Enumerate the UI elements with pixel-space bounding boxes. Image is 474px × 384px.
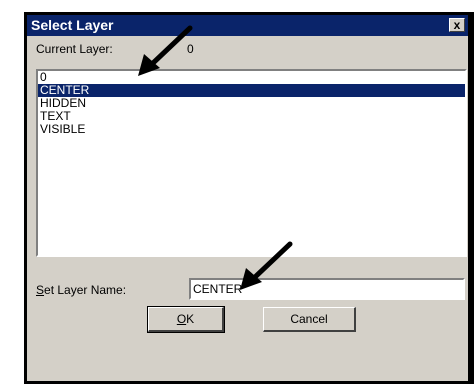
ok-button[interactable]: OK bbox=[147, 306, 225, 333]
ok-button-accel: O bbox=[176, 312, 187, 326]
list-item[interactable]: 0 bbox=[38, 71, 465, 84]
select-layer-dialog: Select Layer x Current Layer: 0 0 CENTER… bbox=[27, 15, 468, 381]
cancel-button[interactable]: Cancel bbox=[263, 307, 356, 332]
set-layer-name-label: Set Layer Name: bbox=[36, 283, 126, 297]
list-item[interactable]: VISIBLE bbox=[38, 123, 465, 136]
list-item[interactable]: TEXT bbox=[38, 110, 465, 123]
list-item[interactable]: HIDDEN bbox=[38, 97, 465, 110]
close-button[interactable]: x bbox=[449, 18, 465, 32]
close-icon: x bbox=[453, 18, 461, 32]
current-layer-label: Current Layer: bbox=[36, 42, 113, 56]
list-item-selected[interactable]: CENTER bbox=[38, 84, 465, 97]
set-layer-name-label-rest: et Layer Name: bbox=[44, 283, 127, 297]
screenshot-frame: Select Layer x Current Layer: 0 0 CENTER… bbox=[24, 12, 474, 384]
set-layer-name-input[interactable] bbox=[189, 278, 465, 300]
dialog-title: Select Layer bbox=[31, 17, 114, 33]
layer-listbox[interactable]: 0 CENTER HIDDEN TEXT VISIBLE bbox=[36, 69, 467, 257]
set-layer-name-accel: S bbox=[36, 283, 45, 297]
ok-button-label-rest: K bbox=[186, 312, 195, 326]
title-bar[interactable]: Select Layer x bbox=[27, 15, 468, 36]
current-layer-value: 0 bbox=[187, 42, 194, 56]
